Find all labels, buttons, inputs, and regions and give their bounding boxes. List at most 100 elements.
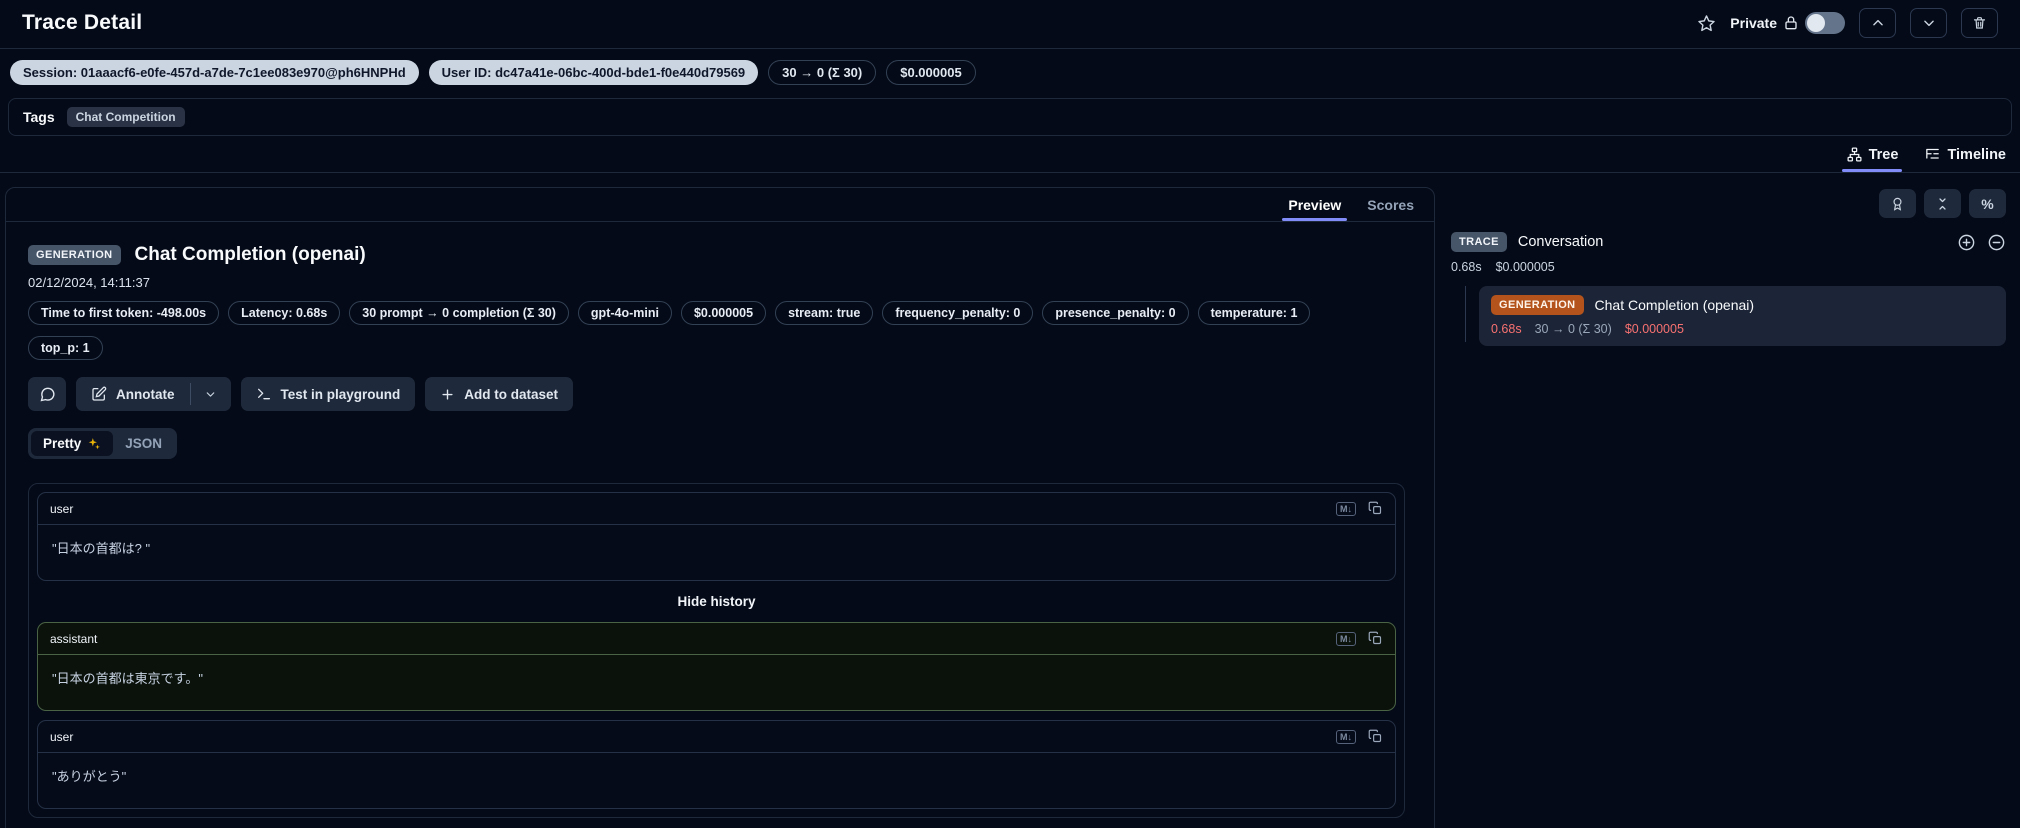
message-role: assistant (50, 631, 98, 646)
observation-metrics-row-2: top_p: 1 (28, 336, 1412, 360)
tab-scores[interactable]: Scores (1367, 197, 1414, 221)
trace-cost: $0.000005 (1495, 260, 1555, 274)
observation-actions: Annotate Test in playground Add to datas… (28, 377, 1412, 411)
comments-button[interactable] (28, 377, 66, 411)
message-content: "ありがとう" (52, 769, 127, 784)
markdown-toggle-icon[interactable]: M↓ (1336, 631, 1356, 646)
chevron-down-icon (1922, 16, 1936, 30)
json-view-segment[interactable]: JSON (113, 431, 174, 456)
playground-button-label: Test in playground (280, 386, 401, 402)
copy-icon[interactable] (1368, 631, 1383, 646)
delete-trace-button[interactable] (1961, 8, 1998, 38)
next-trace-button[interactable] (1910, 8, 1947, 38)
preview-tab-underline (1282, 218, 1348, 221)
lock-icon (1783, 15, 1799, 31)
active-tab-underline (1841, 169, 1903, 172)
tree-icon (1846, 146, 1863, 163)
chevron-down-icon (204, 388, 217, 401)
trace-latency: 0.68s (1451, 260, 1482, 274)
privacy-control: Private (1730, 12, 1845, 34)
generation-type-badge: GENERATION (28, 245, 121, 265)
annotate-pencil-icon (91, 386, 107, 402)
token-usage-badge: 30 → 0 (Σ 30) (768, 60, 877, 85)
hide-history-button[interactable]: Hide history (37, 581, 1396, 622)
node-header: GENERATION Chat Completion (openai) (1491, 295, 1994, 315)
message-header: assistant M↓ (38, 623, 1395, 655)
tab-tree-label: Tree (1868, 146, 1899, 163)
terminal-icon (256, 386, 272, 402)
add-to-dataset-button[interactable]: Add to dataset (425, 377, 574, 411)
presence-penalty-pill: presence_penalty: 0 (1042, 301, 1189, 325)
tab-tree[interactable]: Tree (1841, 146, 1903, 172)
view-tabs: Tree Timeline (0, 136, 2020, 173)
bookmark-star-button[interactable] (1697, 14, 1716, 33)
circle-minus-icon (1987, 233, 2006, 252)
observation-title: Chat Completion (openai) (134, 244, 366, 265)
plus-icon (440, 387, 455, 402)
copy-icon[interactable] (1368, 501, 1383, 516)
message-content: "日本の首都は東京です。" (52, 671, 203, 686)
panel-body: GENERATION Chat Completion (openai) 02/1… (6, 222, 1434, 818)
annotate-button[interactable]: Annotate (76, 377, 190, 411)
sparkles-icon (87, 437, 101, 451)
trace-tree-panel: % TRACE Conversation 0.68s $0.000005 GEN… (1441, 187, 2012, 346)
observation-header: GENERATION Chat Completion (openai) (28, 244, 1412, 266)
trace-node-row[interactable]: TRACE Conversation (1451, 232, 2006, 252)
trace-metrics: 0.68s $0.000005 (1451, 260, 2006, 274)
tree-guide-line (1465, 286, 1466, 342)
timeline-icon (1924, 146, 1941, 163)
message-user-1: user M↓ "日本の首都は? " (37, 492, 1396, 581)
tab-timeline-label: Timeline (1947, 146, 2006, 163)
tag-chip[interactable]: Chat Competition (66, 107, 185, 127)
privacy-toggle[interactable] (1805, 12, 1845, 34)
node-metrics: 0.68s 30 → 0 (Σ 30) $0.000005 (1491, 322, 1994, 336)
trace-detail-page: Trace Detail Private Session: 01aaacf6-e… (0, 0, 2020, 828)
trash-icon (1972, 15, 1987, 31)
trace-name: Conversation (1517, 234, 1604, 250)
panel-tabs: Preview Scores (6, 188, 1434, 222)
message-tools: M↓ (1336, 729, 1383, 744)
test-in-playground-button[interactable]: Test in playground (240, 377, 416, 411)
collapse-all-button[interactable] (1924, 189, 1961, 218)
pretty-label: Pretty (43, 436, 82, 451)
markdown-toggle-icon[interactable]: M↓ (1336, 729, 1356, 744)
expand-all-button[interactable] (1957, 233, 1976, 252)
privacy-label: Private (1730, 15, 1777, 31)
top-bar: Trace Detail Private (0, 0, 2020, 49)
generation-node-card[interactable]: GENERATION Chat Completion (openai) 0.68… (1479, 286, 2006, 346)
annotate-split-button: Annotate (76, 377, 231, 411)
tab-timeline[interactable]: Timeline (1924, 146, 2006, 172)
scores-display-button[interactable] (1879, 189, 1916, 218)
annotate-dropdown-button[interactable] (190, 377, 231, 411)
observation-timestamp: 02/12/2024, 14:11:37 (28, 275, 150, 290)
prev-trace-button[interactable] (1859, 8, 1896, 38)
copy-icon[interactable] (1368, 729, 1383, 744)
toggle-knob (1807, 14, 1825, 32)
user-id-badge[interactable]: User ID: dc47a41e-06bc-400d-bde1-f0e440d… (428, 60, 759, 85)
tree-children: GENERATION Chat Completion (openai) 0.68… (1451, 286, 2006, 346)
collapse-tree-button[interactable] (1987, 233, 2006, 252)
tab-scores-label: Scores (1367, 197, 1414, 213)
comment-bubble-icon (39, 386, 56, 403)
session-badge[interactable]: Session: 01aaacf6-e0fe-457d-a7de-7c1ee08… (10, 60, 419, 85)
toggle-metrics-button[interactable]: % (1969, 189, 2006, 218)
award-icon (1890, 196, 1905, 212)
markdown-toggle-icon[interactable]: M↓ (1336, 501, 1356, 516)
pretty-view-segment[interactable]: Pretty (31, 431, 114, 456)
stream-pill: stream: true (775, 301, 874, 325)
latency-pill: Latency: 0.68s (228, 301, 341, 325)
page-title: Trace Detail (22, 11, 143, 34)
time-to-first-token-pill: Time to first token: -498.00s (28, 301, 220, 325)
model-pill[interactable]: gpt-4o-mini (577, 301, 672, 325)
total-cost-badge: $0.000005 (886, 60, 976, 85)
node-tokens: 30 → 0 (Σ 30) (1534, 322, 1612, 336)
top-p-pill: top_p: 1 (28, 336, 103, 360)
meta-badge-row: Session: 01aaacf6-e0fe-457d-a7de-7c1ee08… (0, 49, 2020, 96)
tab-preview[interactable]: Preview (1282, 197, 1348, 221)
message-user-2: user M↓ "ありがとう" (37, 720, 1396, 809)
circle-plus-icon (1957, 233, 1976, 252)
cost-pill: $0.000005 (680, 301, 767, 325)
message-content: "日本の首都は? " (52, 541, 151, 556)
tags-container: Tags Chat Competition (8, 98, 2012, 136)
json-label: JSON (125, 436, 163, 451)
